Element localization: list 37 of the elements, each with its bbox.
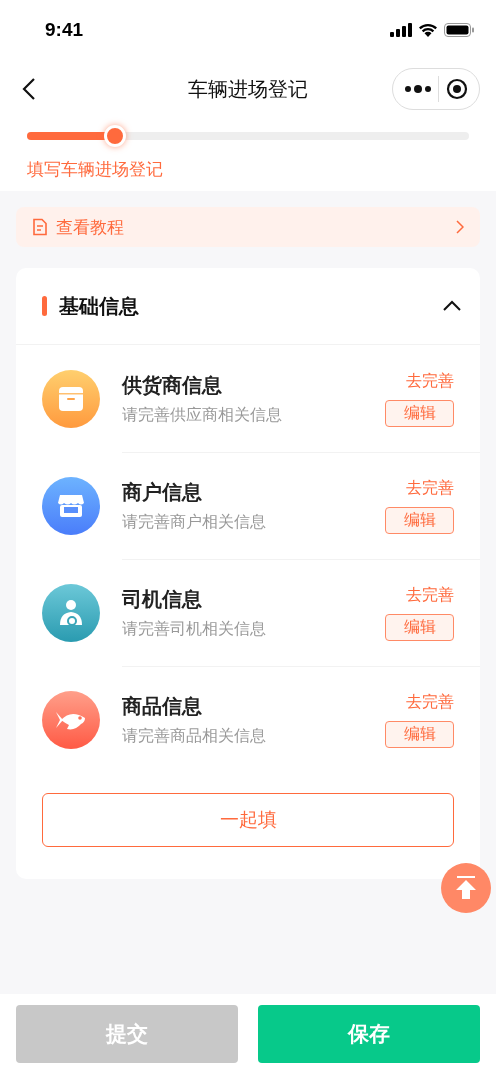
section-title: 基础信息 — [59, 293, 139, 319]
complete-link[interactable]: 去完善 — [406, 370, 454, 392]
signal-icon — [390, 23, 412, 37]
wifi-icon — [418, 23, 438, 37]
complete-link[interactable]: 去完善 — [406, 691, 454, 713]
item-subtitle: 请完善司机相关信息 — [122, 618, 267, 639]
chevron-icon[interactable] — [442, 300, 462, 312]
item-title: 供货商信息 — [122, 372, 223, 398]
chevron-right-icon — [456, 220, 464, 234]
item-subtitle: 请完善商品相关信息 — [122, 725, 267, 746]
edit-button[interactable]: 编辑 — [385, 506, 454, 534]
complete-link[interactable]: 去完善 — [406, 477, 454, 499]
battery-icon — [444, 23, 474, 37]
back-icon[interactable] — [22, 77, 36, 101]
edit-button[interactable]: 编辑 — [385, 720, 454, 748]
accent-bar — [42, 296, 47, 316]
edit-button[interactable]: 编辑 — [385, 399, 454, 427]
item-subtitle: 请完善商户相关信息 — [122, 511, 267, 532]
page-title: 车辆进场登记 — [187, 76, 309, 102]
document-icon — [32, 218, 48, 236]
progress-label: 填写车辆进场登记 — [27, 159, 164, 181]
edit-button[interactable]: 编辑 — [385, 613, 454, 641]
item-title: 司机信息 — [122, 586, 203, 612]
tutorial-link[interactable]: 查看教程 — [16, 207, 480, 247]
item-subtitle: 请完善供应商相关信息 — [122, 404, 283, 425]
progress-thumb[interactable] — [104, 125, 127, 147]
driver-avatar-icon — [42, 583, 100, 642]
fill-all-button[interactable]: 一起填 — [42, 793, 454, 847]
shop-avatar-icon — [42, 476, 100, 535]
more-icon[interactable] — [404, 84, 433, 94]
complete-link[interactable]: 去完善 — [406, 584, 454, 606]
item-title: 商户信息 — [122, 479, 203, 505]
fish-avatar-icon — [42, 690, 100, 749]
status-time: 9:41 — [45, 19, 84, 41]
box-avatar-icon — [42, 369, 100, 428]
item-title: 商品信息 — [122, 693, 203, 719]
save-button[interactable]: 保存 — [258, 1005, 480, 1063]
